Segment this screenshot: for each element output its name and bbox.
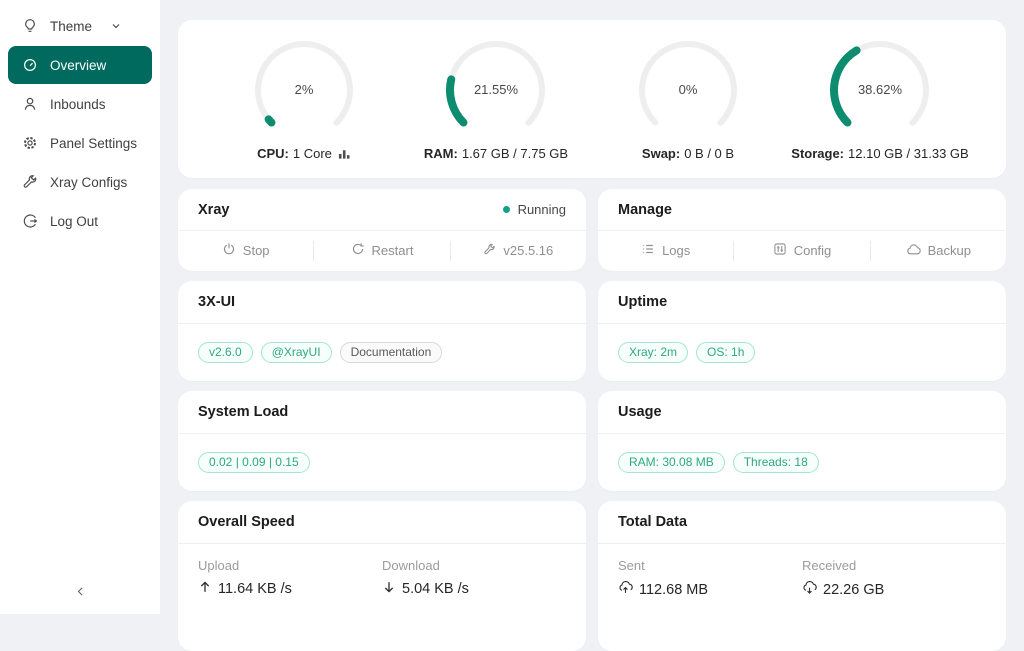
overall-speed-card: Overall Speed Upload 11.64 KB /s [178,501,586,651]
threads-tag: Threads: 18 [733,452,819,473]
ram-percent: 21.55% [444,38,548,142]
power-icon [222,242,243,259]
swap-percent: 0% [636,38,740,142]
sidebar-item-xray-configs[interactable]: Xray Configs [8,163,152,201]
logs-button[interactable]: Logs [598,242,733,259]
cpu-chart-icon[interactable] [338,147,351,160]
sent-label: Sent [618,558,802,573]
main-content: 2% CPU: 1 Core 21. [160,0,1024,614]
threexui-card: 3X-UI v2.6.0 @XrayUI Documentation [178,281,586,381]
sidebar-collapse-button[interactable] [0,580,160,608]
swap-gauge: 0% Swap: 0 B / 0 B [592,38,784,161]
chevron-down-icon [110,18,126,34]
xrayui-tag[interactable]: @XrayUI [261,342,332,363]
wrench-icon [22,174,38,190]
cpu-gauge: 2% CPU: 1 Core [208,38,400,161]
system-stats-card: 2% CPU: 1 Core 21. [178,20,1006,178]
cpu-label: CPU: 1 Core [208,146,400,161]
cloud-icon [906,242,928,260]
documentation-tag[interactable]: Documentation [340,342,443,363]
sent-stat: Sent 112.68 MB [618,558,802,599]
upload-stat: Upload 11.64 KB /s [198,558,382,598]
sidebar: Theme Overview [0,0,160,614]
system-load-card-title: System Load [198,404,288,420]
storage-percent: 38.62% [828,38,932,142]
os-uptime-tag: OS: 1h [696,342,755,363]
load-average-tag: 0.02 | 0.09 | 0.15 [198,452,310,473]
gear-icon [22,135,38,151]
sidebar-item-overview[interactable]: Overview [8,46,152,84]
received-label: Received [802,558,986,573]
download-value: 5.04 KB /s [402,581,469,597]
running-dot [503,206,510,213]
received-value: 22.26 GB [823,582,884,598]
list-icon [641,242,662,259]
total-data-card-title: Total Data [618,514,687,530]
sent-value: 112.68 MB [639,582,708,598]
restart-button[interactable]: Restart [314,242,449,259]
sidebar-item-label: Inbounds [50,97,106,112]
chevron-left-icon [74,585,87,603]
cloud-download-icon [802,580,823,599]
config-button[interactable]: Config [734,242,869,259]
manage-card: Manage Logs [598,189,1006,271]
ram-gauge: 21.55% RAM: 1.67 GB / 7.75 GB [400,38,592,161]
overall-speed-card-title: Overall Speed [198,514,295,530]
backup-button[interactable]: Backup [871,242,1006,260]
download-stat: Download 5.04 KB /s [382,558,566,598]
xray-card-title: Xray [198,202,229,218]
xray-uptime-tag: Xray: 2m [618,342,688,363]
xray-version-button[interactable]: v25.5.16 [451,243,586,259]
system-load-card: System Load 0.02 | 0.09 | 0.15 [178,391,586,491]
sidebar-item-theme[interactable]: Theme [8,7,152,45]
sidebar-item-label: Log Out [50,214,98,229]
upload-label: Upload [198,558,382,573]
storage-label: Storage: 12.10 GB / 31.33 GB [784,146,976,161]
sidebar-item-log-out[interactable]: Log Out [8,202,152,240]
sidebar-item-label: Panel Settings [50,136,137,151]
total-data-card: Total Data Sent 112.68 MB [598,501,1006,651]
ram-label: RAM: 1.67 GB / 7.75 GB [400,146,592,161]
threexui-card-title: 3X-UI [198,294,235,310]
sidebar-item-label: Xray Configs [50,175,127,190]
logout-icon [22,213,38,229]
swap-label: Swap: 0 B / 0 B [592,146,784,161]
uptime-card-title: Uptime [618,294,667,310]
restart-icon [351,242,372,259]
dashboard-icon [22,57,38,73]
storage-gauge: 38.62% Storage: 12.10 GB / 31.33 GB [784,38,976,161]
received-stat: Received 22.26 GB [802,558,986,599]
cpu-percent: 2% [252,38,356,142]
sidebar-item-label: Theme [50,19,92,34]
version-tag[interactable]: v2.6.0 [198,342,253,363]
cloud-upload-icon [618,580,639,599]
xray-status-badge: Running [503,202,566,217]
usage-card: Usage RAM: 30.08 MB Threads: 18 [598,391,1006,491]
xray-card: Xray Running Stop [178,189,586,271]
sidebar-item-label: Overview [50,58,106,73]
arrow-down-icon [382,580,402,598]
stop-button[interactable]: Stop [178,242,313,259]
ram-usage-tag: RAM: 30.08 MB [618,452,725,473]
user-icon [22,96,38,112]
usage-card-title: Usage [618,404,662,420]
manage-card-title: Manage [618,202,672,218]
sliders-icon [773,242,794,259]
download-label: Download [382,558,566,573]
lightbulb-icon [22,18,38,34]
sidebar-item-inbounds[interactable]: Inbounds [8,85,152,123]
arrow-up-icon [198,580,218,598]
sidebar-item-panel-settings[interactable]: Panel Settings [8,124,152,162]
wrench-icon [483,243,503,259]
uptime-card: Uptime Xray: 2m OS: 1h [598,281,1006,381]
upload-value: 11.64 KB /s [218,581,292,597]
